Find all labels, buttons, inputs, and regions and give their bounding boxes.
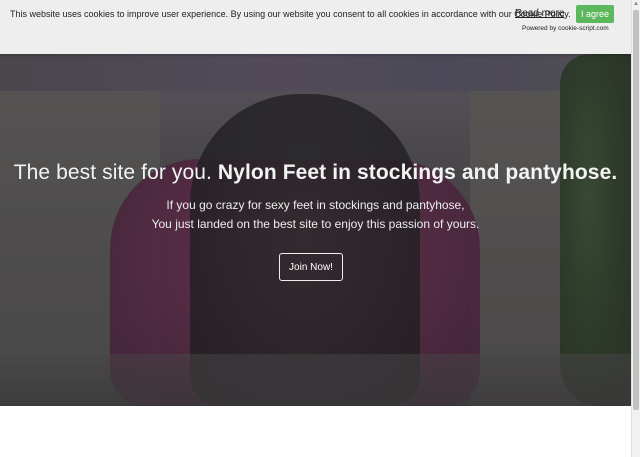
cookie-bar: This website uses cookies to improve use… xyxy=(0,0,631,54)
scrollbar-thumb[interactable] xyxy=(633,10,639,410)
hero-title: The best site for you. Nylon Feet in sto… xyxy=(0,161,631,185)
page: The best site for you. Nylon Feet in sto… xyxy=(0,0,631,457)
hero-subtitle-line1: If you go crazy for sexy feet in stockin… xyxy=(166,198,465,212)
cookie-powered-by: Powered by cookie-script.com xyxy=(522,25,609,32)
cookie-agree-button[interactable]: I agree xyxy=(576,5,614,23)
cookie-message: This website uses cookies to improve use… xyxy=(10,9,571,19)
hero-subtitle-line2: You just landed on the best site to enjo… xyxy=(151,217,480,231)
scroll-up-arrow-icon[interactable]: ▲ xyxy=(632,0,640,8)
hero-title-bold: Nylon Feet in stockings and pantyhose. xyxy=(217,161,618,184)
cookie-read-more-link[interactable]: Read more xyxy=(515,8,564,19)
page-scrollbar[interactable]: ▲ xyxy=(631,0,640,457)
join-now-button[interactable]: Join Now! xyxy=(279,253,343,281)
hero-title-light: The best site for you. xyxy=(13,161,212,184)
